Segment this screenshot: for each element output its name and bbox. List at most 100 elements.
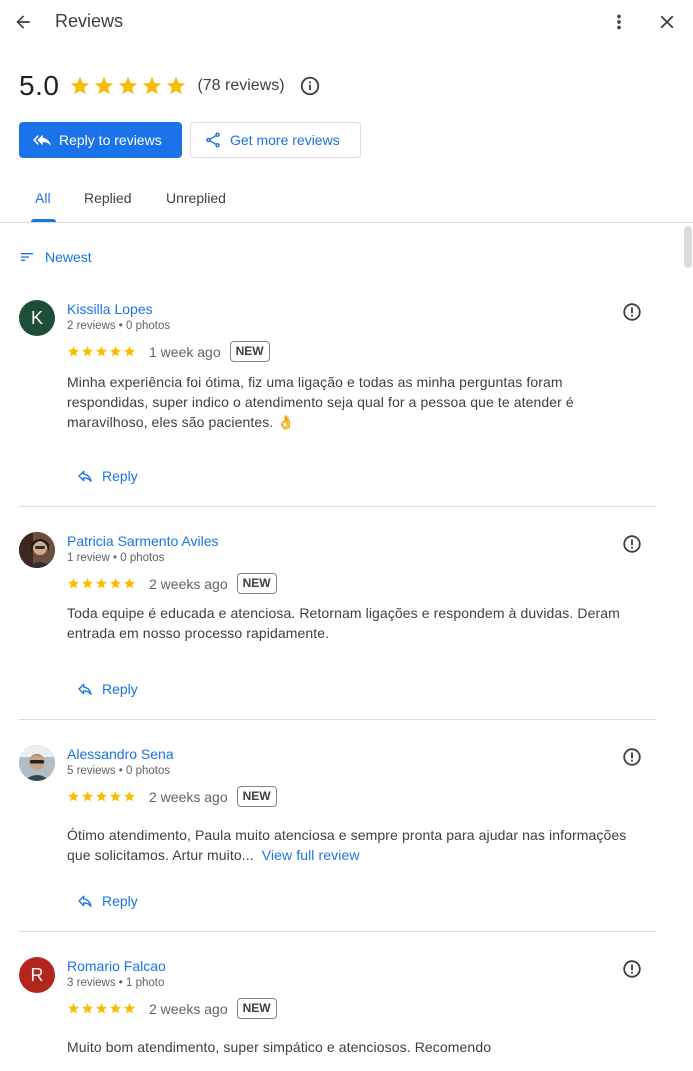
review-text: Muito bom atendimento, super simpático e…	[67, 1037, 637, 1057]
review-count: (78 reviews)	[197, 77, 285, 94]
profile-photo-icon	[19, 532, 55, 568]
reply-label: Reply	[102, 468, 138, 484]
star-icon	[96, 1003, 107, 1014]
review-text: Ótimo atendimento, Paula muito atenciosa…	[67, 825, 637, 865]
review-item: Patricia Sarmento Aviles 1 review • 0 ph…	[0, 532, 680, 732]
review-date: 2 weeks ago	[149, 575, 228, 592]
report-review-button[interactable]	[621, 533, 643, 560]
review-item: R Romario Falcao 3 reviews • 1 photo 2 w…	[0, 957, 680, 1071]
star-icon	[124, 578, 135, 589]
tab-all[interactable]: All	[35, 190, 51, 206]
sort-label: Newest	[45, 249, 92, 265]
page-title: Reviews	[55, 11, 124, 31]
avatar[interactable]	[19, 532, 55, 568]
star-icon	[143, 76, 162, 95]
reply-icon	[78, 895, 92, 907]
close-button[interactable]	[653, 8, 681, 36]
star-icon	[82, 346, 93, 357]
review-text-body: Muito bom atendimento, super simpático e…	[67, 1039, 492, 1055]
star-icon	[68, 791, 79, 802]
reviewer-name[interactable]: Kissilla Lopes	[67, 301, 153, 317]
tab-replied[interactable]: Replied	[84, 190, 131, 206]
new-badge: NEW	[236, 573, 277, 594]
reply-icon	[78, 470, 92, 482]
star-icon	[96, 578, 107, 589]
divider	[19, 931, 656, 932]
report-review-button[interactable]	[621, 746, 643, 773]
divider	[19, 719, 656, 720]
star-icon	[119, 76, 138, 95]
average-rating: 5.0	[19, 70, 60, 101]
avatar[interactable]	[19, 745, 55, 781]
divider	[19, 506, 656, 507]
reviewer-name[interactable]: Alessandro Sena	[67, 746, 174, 762]
review-text: Minha experiência foi ótima, fiz uma lig…	[67, 372, 637, 432]
star-icon	[124, 791, 135, 802]
reply-button[interactable]: Reply	[77, 681, 138, 697]
reviewer-name[interactable]: Patricia Sarmento Aviles	[67, 533, 218, 549]
star-icon	[124, 346, 135, 357]
star-icon	[68, 578, 79, 589]
reviewer-name[interactable]: Romario Falcao	[67, 958, 166, 974]
rating-summary: 5.0 (78 reviews)	[19, 70, 321, 102]
review-stars	[67, 1002, 136, 1015]
report-icon	[623, 303, 641, 321]
reply-button[interactable]: Reply	[77, 893, 138, 909]
star-icon	[167, 76, 186, 95]
new-badge: NEW	[236, 998, 277, 1019]
report-review-button[interactable]	[621, 958, 643, 985]
profile-photo-icon	[19, 745, 55, 781]
review-rating-row: 2 weeks ago NEW	[67, 998, 277, 1019]
review-item: K Kissilla Lopes 2 reviews • 0 photos 1 …	[0, 300, 680, 512]
star-icon	[68, 1003, 79, 1014]
view-full-review-link[interactable]: View full review	[262, 847, 360, 863]
reply-to-reviews-button[interactable]: Reply to reviews	[19, 122, 182, 158]
reply-label: Reply	[102, 893, 138, 909]
get-more-reviews-label: Get more reviews	[230, 132, 340, 148]
sort-icon	[21, 253, 33, 261]
star-icon	[82, 1003, 93, 1014]
star-icon	[110, 346, 121, 357]
more-options-button[interactable]	[605, 8, 633, 36]
sort-button[interactable]: Newest	[19, 249, 92, 265]
review-date: 1 week ago	[149, 343, 221, 360]
report-review-button[interactable]	[621, 301, 643, 328]
star-icon	[96, 791, 107, 802]
reviewer-meta: 2 reviews • 0 photos	[67, 320, 171, 332]
review-stars	[67, 577, 136, 590]
review-date: 2 weeks ago	[149, 788, 228, 805]
active-tab-indicator	[31, 219, 56, 222]
reply-all-icon	[33, 134, 51, 146]
star-icon	[68, 346, 79, 357]
reviewer-meta: 5 reviews • 0 photos	[67, 765, 171, 777]
report-icon	[623, 960, 641, 978]
back-button[interactable]	[9, 8, 37, 36]
report-icon	[623, 535, 641, 553]
star-icon	[110, 1003, 121, 1014]
scrollbar-track[interactable]	[681, 223, 693, 1071]
review-date: 2 weeks ago	[149, 1000, 228, 1017]
arrow-back-icon	[16, 15, 30, 29]
avatar[interactable]: K	[19, 300, 55, 336]
reply-to-reviews-label: Reply to reviews	[59, 132, 162, 148]
star-icon	[124, 1003, 135, 1014]
review-item: Alessandro Sena 5 reviews • 0 photos 2 w…	[0, 745, 680, 945]
star-icon	[82, 791, 93, 802]
star-icon	[95, 76, 114, 95]
review-rating-row: 1 week ago NEW	[67, 341, 270, 362]
rating-stars	[69, 75, 187, 97]
review-text: Toda equipe é educada e atenciosa. Retor…	[67, 603, 637, 643]
share-icon	[206, 132, 220, 148]
reply-button[interactable]: Reply	[77, 468, 138, 484]
star-icon	[110, 578, 121, 589]
review-stars	[67, 345, 136, 358]
avatar[interactable]: R	[19, 957, 55, 993]
reply-label: Reply	[102, 681, 138, 697]
tab-unreplied[interactable]: Unreplied	[166, 190, 226, 206]
star-icon	[96, 346, 107, 357]
scrollbar-thumb[interactable]	[684, 226, 692, 268]
reply-icon	[78, 683, 92, 695]
review-text-body: Toda equipe é educada e atenciosa. Retor…	[67, 605, 620, 641]
get-more-reviews-button[interactable]: Get more reviews	[190, 122, 361, 158]
info-icon[interactable]	[299, 75, 321, 97]
